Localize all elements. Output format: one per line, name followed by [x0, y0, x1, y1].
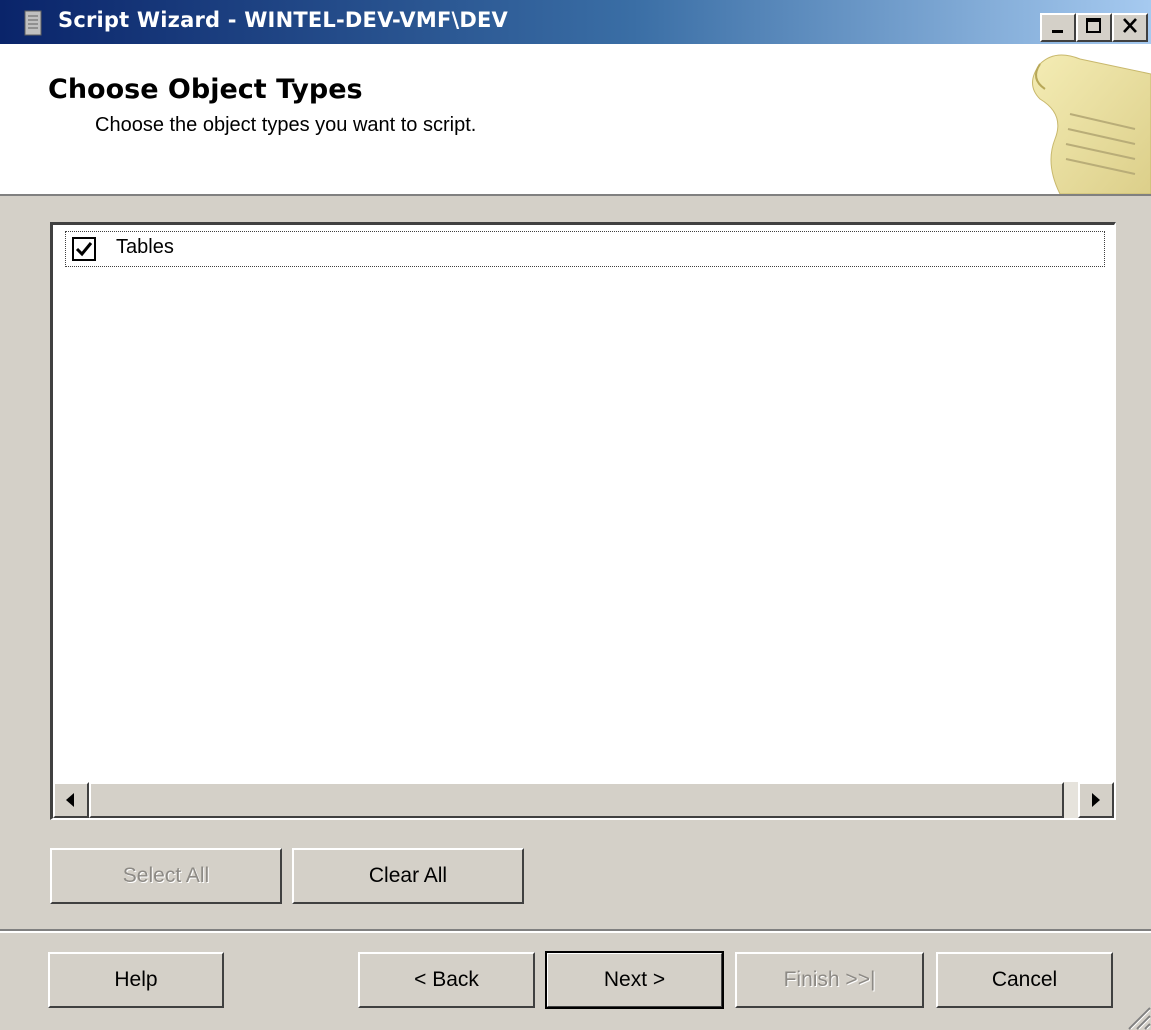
page-subtitle: Choose the object types you want to scri…: [95, 114, 477, 136]
finish-button[interactable]: Finish >>|: [735, 952, 924, 1008]
scroll-right-button[interactable]: [1078, 782, 1114, 818]
maximize-button[interactable]: [1076, 13, 1112, 42]
arrow-right-icon: [1092, 793, 1100, 807]
title-bar[interactable]: Script Wizard - WINTEL-DEV-VMF\DEV: [0, 0, 1151, 44]
select-all-button[interactable]: Select All: [50, 848, 282, 904]
scroll-left-button[interactable]: [53, 782, 89, 818]
next-button[interactable]: Next >: [545, 951, 724, 1009]
wizard-header: Choose Object Types Choose the object ty…: [0, 44, 1151, 196]
checkmark-icon: [75, 242, 93, 257]
cancel-button[interactable]: Cancel: [936, 952, 1113, 1008]
list-item-tables[interactable]: Tables: [65, 231, 1105, 267]
horizontal-scrollbar[interactable]: [53, 782, 1114, 818]
script-icon: [24, 10, 42, 36]
page-title: Choose Object Types: [48, 74, 363, 105]
maximize-icon: [1086, 18, 1101, 33]
script-wizard-window: Script Wizard - WINTEL-DEV-VMF\DEV Choos…: [0, 0, 1151, 1030]
help-button[interactable]: Help: [48, 952, 224, 1008]
scrollbar-thumb[interactable]: [89, 782, 1064, 818]
tables-checkbox[interactable]: [72, 237, 96, 261]
close-button[interactable]: [1112, 13, 1148, 42]
object-types-list[interactable]: Tables: [50, 222, 1116, 820]
clear-all-button[interactable]: Clear All: [292, 848, 524, 904]
divider: [0, 929, 1151, 933]
resize-grip-icon[interactable]: [1121, 1000, 1151, 1030]
back-button[interactable]: < Back: [358, 952, 535, 1008]
minimize-icon: [1052, 30, 1063, 33]
window-title: Script Wizard - WINTEL-DEV-VMF\DEV: [58, 8, 508, 32]
scroll-icon: [1032, 54, 1151, 194]
minimize-button[interactable]: [1040, 13, 1076, 42]
close-icon: [1123, 18, 1137, 33]
list-item-label: Tables: [116, 236, 174, 258]
arrow-left-icon: [66, 793, 74, 807]
